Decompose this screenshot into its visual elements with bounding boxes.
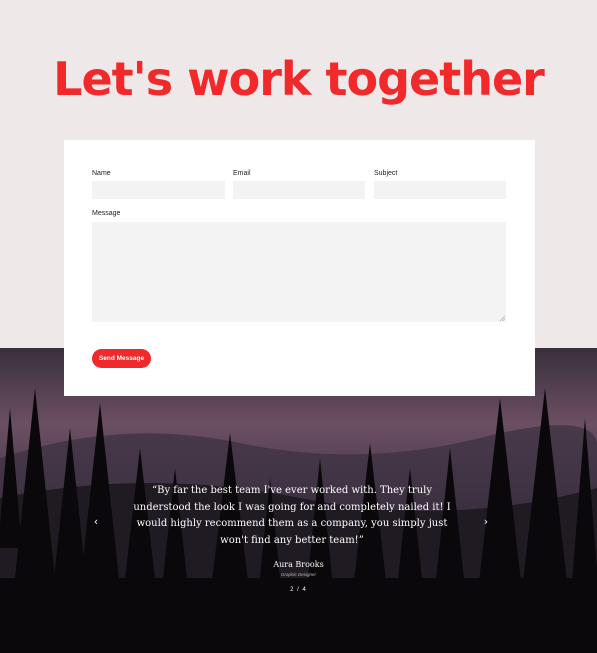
chevron-left-icon[interactable]: ‹ — [91, 516, 101, 528]
testimonial-quote: “By far the best team I've ever worked w… — [133, 485, 451, 546]
testimonial-author: Aura Brooks — [273, 560, 324, 569]
send-message-button[interactable]: Send Message — [92, 349, 151, 368]
email-field[interactable] — [233, 181, 365, 199]
message-label: Message — [92, 210, 121, 217]
email-label: Email — [233, 170, 251, 177]
subject-field[interactable] — [374, 181, 506, 199]
slide-pager: 2 / 4 — [290, 587, 307, 593]
resize-handle-icon[interactable] — [499, 315, 505, 321]
name-label: Name — [92, 170, 111, 177]
contact-form: Name Email Subject Message Send Message — [64, 140, 535, 396]
message-field[interactable] — [92, 222, 506, 322]
chevron-right-icon[interactable]: › — [481, 516, 491, 528]
page-title: Let's work together — [53, 52, 545, 106]
name-field[interactable] — [92, 181, 225, 199]
subject-label: Subject — [374, 170, 398, 177]
testimonial-role: Graphic Designer — [280, 572, 316, 577]
